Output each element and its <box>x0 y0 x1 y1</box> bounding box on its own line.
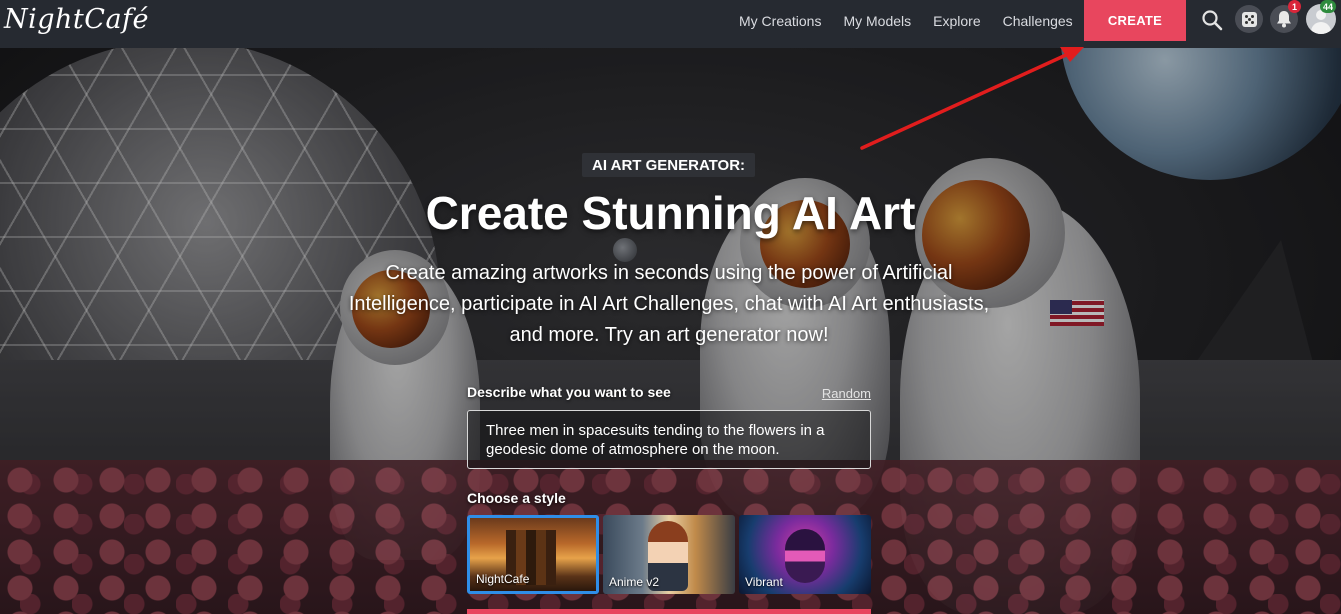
style-card-vibrant[interactable]: Vibrant <box>739 515 871 594</box>
hero-title: Create Stunning AI Art <box>425 187 916 239</box>
nav-my-creations[interactable]: My Creations <box>728 13 832 29</box>
create-button[interactable]: CREATE <box>1084 0 1186 41</box>
search-icon[interactable] <box>1198 6 1226 34</box>
generator-form: Describe what you want to see Random Thr… <box>467 384 871 594</box>
generate-button-edge[interactable] <box>467 609 871 614</box>
style-card-label: Vibrant <box>745 575 783 589</box>
hero-eyebrow: AI ART GENERATOR: <box>582 153 756 177</box>
style-card-label: NightCafe <box>476 572 530 586</box>
top-navbar: NightCafé My Creations My Models Explore… <box>0 0 1341 48</box>
style-label: Choose a style <box>467 490 566 506</box>
style-card-nightcafe[interactable]: NightCafe <box>467 515 599 594</box>
style-card-label: Anime v2 <box>609 575 660 589</box>
nav-challenges[interactable]: Challenges <box>992 13 1084 29</box>
prompt-input[interactable]: Three men in spacesuits tending to the f… <box>467 410 871 469</box>
nightcafe-logo[interactable]: NightCafé <box>4 4 149 35</box>
describe-label: Describe what you want to see <box>467 384 671 400</box>
notification-count-badge: 1 <box>1288 0 1301 13</box>
random-prompt-link[interactable]: Random <box>822 386 871 401</box>
nav-my-models[interactable]: My Models <box>832 13 922 29</box>
random-dice-icon[interactable] <box>1235 5 1263 33</box>
nav-explore[interactable]: Explore <box>922 13 991 29</box>
hero-subtitle: Create amazing artworks in seconds using… <box>348 262 990 346</box>
user-level-badge: 44 <box>1320 0 1337 13</box>
style-card-anime-v2[interactable]: Anime v2 <box>603 515 735 594</box>
style-picker: NightCafe Anime v2 Vibrant <box>467 515 871 594</box>
nav-links: My Creations My Models Explore Challenge… <box>728 0 1084 41</box>
